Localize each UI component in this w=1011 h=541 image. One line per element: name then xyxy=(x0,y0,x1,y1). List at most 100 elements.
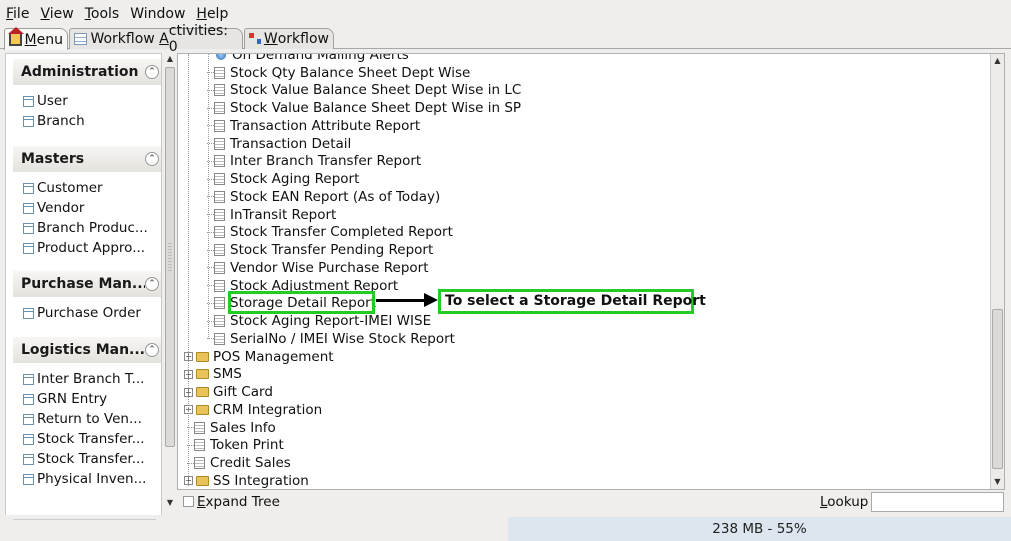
tree-item-label: Token Print xyxy=(210,437,284,454)
tree-item-folder[interactable]: + Gift Card xyxy=(184,383,273,401)
sidebar-item[interactable]: Inter Branch T... xyxy=(13,369,161,389)
tree-item-folder[interactable]: + CRM Integration xyxy=(184,401,322,419)
expand-tree-label[interactable]: Expand Tree xyxy=(197,494,280,510)
tree-item-on-demand-mailing-alerts[interactable]: On Demand Mailing Alerts xyxy=(216,53,409,64)
sidebar-section: Masters ⌃ Customer Vendor Branch Produc... Pr… xyxy=(13,146,161,258)
collapse-icon[interactable]: ⌃ xyxy=(145,65,159,79)
tree-item-label: Stock Qty Balance Sheet Dept Wise xyxy=(230,64,471,81)
menu-item-view[interactable]: View xyxy=(40,6,73,22)
tree-item-label: InTransit Report xyxy=(230,206,337,223)
sidebar-item-label: Stock Transfer... xyxy=(37,431,145,447)
menu-item-file[interactable]: File xyxy=(6,6,29,22)
tree-item-report[interactable]: Transaction Attribute Report xyxy=(207,117,420,135)
menu-item-tools[interactable]: Tools xyxy=(85,6,120,22)
menu-bar: File View Tools Window Help xyxy=(0,0,1011,27)
sidebar-section-header[interactable]: Administration ⌃ xyxy=(13,59,161,85)
collapse-icon[interactable]: ⌃ xyxy=(145,152,159,166)
tree-item-report[interactable]: Stock Value Balance Sheet Dept Wise in L… xyxy=(207,82,521,100)
window-icon xyxy=(23,453,34,465)
folder-icon xyxy=(196,404,209,415)
collapse-icon[interactable]: ⌃ xyxy=(145,277,159,291)
tree-item-report[interactable]: Stock Transfer Pending Report xyxy=(207,241,433,259)
report-icon xyxy=(214,315,225,328)
window-icon xyxy=(23,413,34,425)
table-icon xyxy=(74,33,88,45)
tree-options-bar: Expand Tree Lookup xyxy=(177,491,1005,512)
tree-item-folder[interactable]: + SS Integration xyxy=(184,472,309,489)
lookup-input[interactable] xyxy=(871,492,1004,512)
menu-mnemonic: F xyxy=(6,5,14,22)
tree-item-report[interactable]: Stock Value Balance Sheet Dept Wise in S… xyxy=(207,99,521,117)
menu-item-window[interactable]: Window xyxy=(130,6,185,22)
sidebar-item[interactable]: Customer xyxy=(13,178,161,198)
menu-mnemonic: H xyxy=(196,5,207,22)
sidebar-scrollbar[interactable]: ▲ ▼ xyxy=(164,53,176,510)
window-icon xyxy=(23,115,34,127)
tree-item-report[interactable]: SerialNo / IMEI Wise Stock Report xyxy=(207,330,455,348)
sidebar-item-label: Product Appro... xyxy=(37,240,146,256)
tree-item-report[interactable]: Stock EAN Report (As of Today) xyxy=(207,188,440,206)
collapse-icon[interactable]: ⌃ xyxy=(145,343,159,357)
sidebar-item[interactable]: Stock Transfer... xyxy=(13,429,161,449)
tab-menu[interactable]: Menu xyxy=(4,26,68,50)
sidebar-section-header[interactable]: Logistics Man... ⌃ xyxy=(13,337,161,363)
sidebar-item[interactable]: Vendor xyxy=(13,198,161,218)
sidebar-item-label: Inter Branch T... xyxy=(37,371,145,387)
tree-scrollbar[interactable]: ▲ ▼ xyxy=(990,54,1004,489)
tree-item-report[interactable]: Stock Qty Balance Sheet Dept Wise xyxy=(207,64,470,82)
scroll-down-icon[interactable]: ▼ xyxy=(991,475,1004,489)
tree-item-report[interactable]: Inter Branch Transfer Report xyxy=(207,153,421,171)
annotation-arrow xyxy=(376,299,426,302)
tree-item-folder[interactable]: + SMS xyxy=(184,366,242,384)
tree-item-report[interactable]: Stock Aging Report xyxy=(207,170,359,188)
tree-item-folder[interactable]: + POS Management xyxy=(184,348,334,366)
tree-item-report[interactable]: Stock Aging Report-IMEI WISE xyxy=(207,312,431,330)
tree-item-report[interactable]: InTransit Report xyxy=(207,206,336,224)
sidebar-item[interactable]: GRN Entry xyxy=(13,389,161,409)
sidebar-section-header[interactable]: Purchase Man... ⌃ xyxy=(13,271,161,297)
tree-item-report[interactable]: Sales Info xyxy=(187,419,276,437)
tab-workflow-mnemonic: W xyxy=(263,31,278,47)
report-icon xyxy=(194,421,205,434)
tree-item-report[interactable]: Vendor Wise Purchase Report xyxy=(207,259,429,277)
scroll-up-icon[interactable]: ▲ xyxy=(164,53,176,65)
menu-item-help[interactable]: Help xyxy=(196,6,228,22)
sidebar-section: Logistics Man... ⌃ Inter Branch T... GRN En… xyxy=(13,337,161,489)
expand-tree-text: xpand Tree xyxy=(205,493,280,510)
tab-workflow[interactable]: Workflow xyxy=(244,28,334,49)
tree-item-report[interactable]: Stock Transfer Completed Report xyxy=(207,224,453,242)
sidebar-item[interactable]: Branch Produc... xyxy=(13,218,161,238)
expand-tree-checkbox[interactable] xyxy=(183,496,194,507)
scroll-up-icon[interactable]: ▲ xyxy=(991,54,1004,68)
tree-scroll-thumb[interactable] xyxy=(992,309,1003,469)
sidebar-item[interactable]: Purchase Order xyxy=(13,303,161,323)
sidebar-item[interactable]: Return to Ven... xyxy=(13,409,161,429)
tree-item-report[interactable]: Credit Sales xyxy=(187,454,291,472)
sidebar-item-label: Vendor xyxy=(37,200,85,216)
sidebar-item[interactable]: Physical Inven... xyxy=(13,469,161,489)
lookup-text: ookup xyxy=(827,493,869,510)
tab-workflow-activities[interactable]: Workflow Activities: 0 xyxy=(69,23,243,55)
tab-workflow-label: orkflow xyxy=(277,31,329,47)
tree-item-report[interactable]: Transaction Detail xyxy=(207,135,351,153)
sidebar-item[interactable]: Stock Transfer... xyxy=(13,449,161,469)
tree-item-label: On Demand Mailing Alerts xyxy=(232,53,409,63)
tree-item-report[interactable]: Token Print xyxy=(187,437,284,455)
report-icon xyxy=(214,208,225,221)
sidebar-item[interactable]: Product Appro... xyxy=(13,238,161,258)
report-icon xyxy=(214,261,225,274)
report-icon xyxy=(214,244,225,257)
report-icon xyxy=(214,119,225,132)
report-icon xyxy=(214,66,225,79)
report-icon xyxy=(194,457,205,470)
tab-workflow-activities-mnemonic: A xyxy=(159,31,169,47)
tab-workflow-activities-count: ctivities: 0 xyxy=(168,23,229,55)
scroll-down-icon[interactable]: ▼ xyxy=(164,497,176,509)
sidebar-item[interactable]: User xyxy=(13,91,161,111)
menu-label: ools xyxy=(90,5,120,22)
report-icon xyxy=(214,84,225,97)
sidebar-section-header[interactable]: Masters ⌃ xyxy=(13,146,161,172)
splitter-grip[interactable] xyxy=(168,243,172,271)
sidebar-item[interactable]: Branch xyxy=(13,111,161,131)
sidebar: Administration ⌃ User Branch Masters ⌃ Custome… xyxy=(5,53,162,524)
